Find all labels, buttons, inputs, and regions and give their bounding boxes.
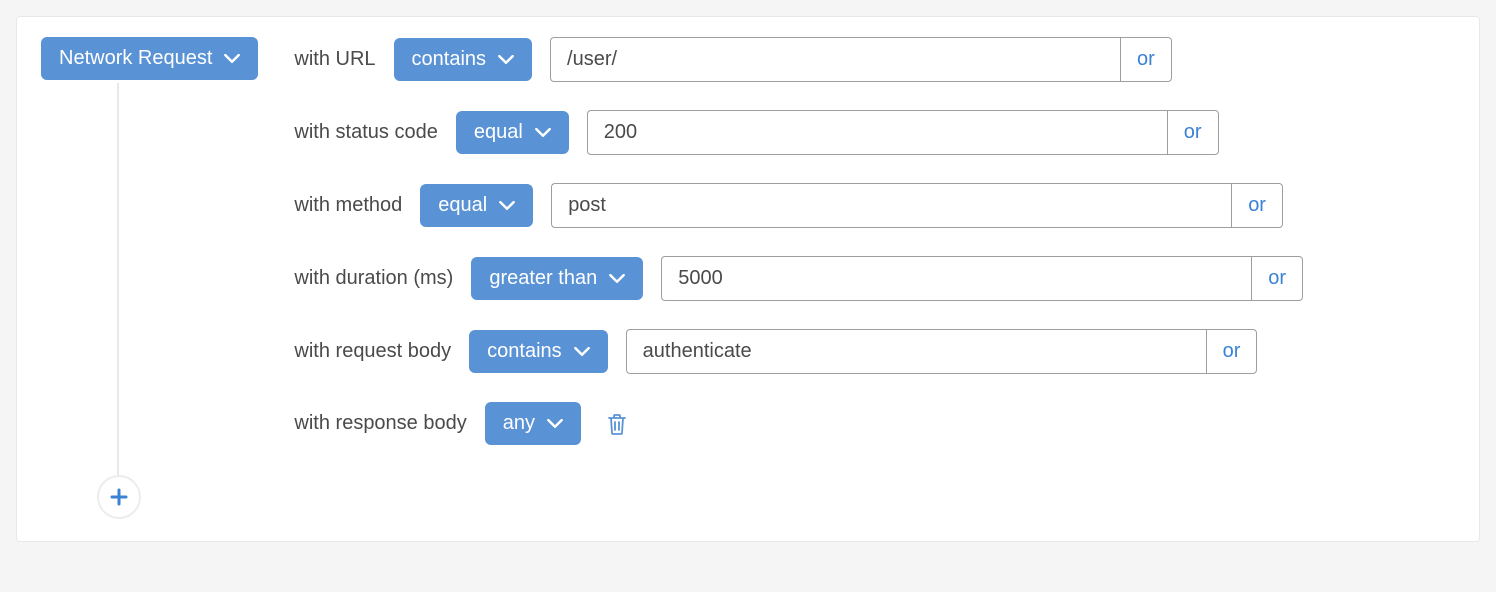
value-input[interactable]	[661, 256, 1251, 301]
condition-label: with status code	[294, 121, 437, 144]
condition-label: with URL	[294, 48, 375, 71]
add-condition-button[interactable]	[97, 475, 141, 519]
operator-dropdown[interactable]: equal	[456, 111, 569, 154]
chevron-down-icon	[224, 54, 240, 64]
chevron-down-icon	[609, 274, 625, 284]
condition-label: with method	[294, 194, 402, 217]
value-group: or	[551, 183, 1283, 228]
condition-row-status-code: with status code equal or	[294, 110, 1303, 155]
event-type-label: Network Request	[59, 47, 212, 70]
or-button[interactable]: or	[1206, 329, 1258, 374]
root-row: Network Request with URL contains or	[41, 37, 1455, 445]
value-group: or	[626, 329, 1258, 374]
operator-dropdown[interactable]: equal	[420, 184, 533, 227]
operator-label: equal	[474, 121, 523, 144]
value-group: or	[661, 256, 1303, 301]
condition-label: with response body	[294, 412, 466, 435]
value-input[interactable]	[587, 110, 1167, 155]
value-group: or	[550, 37, 1172, 82]
tree-connector-line	[117, 83, 119, 497]
operator-label: contains	[412, 48, 487, 71]
value-input[interactable]	[626, 329, 1206, 374]
trash-icon	[607, 413, 627, 435]
event-type-dropdown[interactable]: Network Request	[41, 37, 258, 80]
condition-row-request-body: with request body contains or	[294, 329, 1303, 374]
operator-dropdown[interactable]: contains	[469, 330, 608, 373]
operator-dropdown[interactable]: greater than	[471, 257, 643, 300]
value-input[interactable]	[550, 37, 1120, 82]
operator-label: contains	[487, 340, 562, 363]
operator-label: greater than	[489, 267, 597, 290]
or-button[interactable]: or	[1167, 110, 1219, 155]
chevron-down-icon	[547, 419, 563, 429]
value-group: or	[587, 110, 1219, 155]
condition-row-method: with method equal or	[294, 183, 1303, 228]
plus-icon	[110, 488, 128, 506]
filter-panel: Network Request with URL contains or	[16, 16, 1480, 542]
operator-dropdown[interactable]: any	[485, 402, 581, 445]
operator-label: equal	[438, 194, 487, 217]
condition-label: with request body	[294, 340, 451, 363]
chevron-down-icon	[574, 347, 590, 357]
condition-row-duration: with duration (ms) greater than or	[294, 256, 1303, 301]
condition-label: with duration (ms)	[294, 267, 453, 290]
or-button[interactable]: or	[1120, 37, 1172, 82]
or-button[interactable]: or	[1231, 183, 1283, 228]
chevron-down-icon	[535, 128, 551, 138]
or-button[interactable]: or	[1251, 256, 1303, 301]
filter-tree: Network Request with URL contains or	[41, 37, 1455, 517]
value-input[interactable]	[551, 183, 1231, 228]
conditions-list: with URL contains or with status code eq…	[294, 37, 1303, 445]
operator-dropdown[interactable]: contains	[394, 38, 533, 81]
operator-label: any	[503, 412, 535, 435]
chevron-down-icon	[498, 55, 514, 65]
condition-row-url: with URL contains or	[294, 37, 1303, 82]
condition-row-response-body: with response body any	[294, 402, 1303, 445]
chevron-down-icon	[499, 201, 515, 211]
delete-condition-button[interactable]	[603, 409, 631, 439]
